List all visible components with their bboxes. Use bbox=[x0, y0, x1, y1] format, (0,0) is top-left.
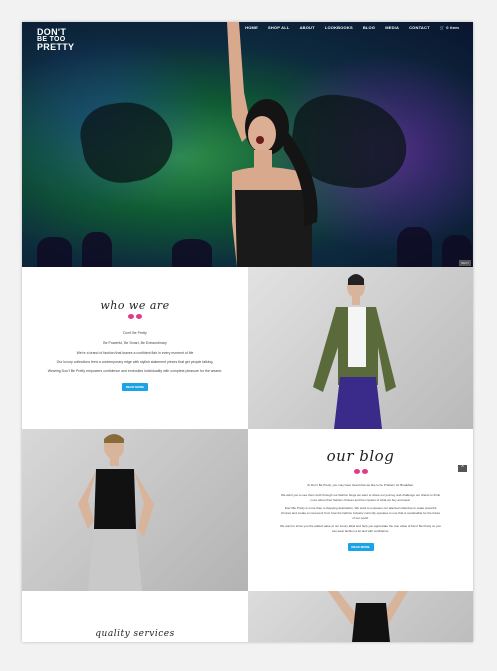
model-photo-jacket bbox=[248, 267, 473, 429]
blog-line: of our world. bbox=[352, 516, 369, 520]
page-frame: DON'T BE TOO PRETTY HOME SHOP ALL ABOUT … bbox=[22, 22, 473, 642]
audience-silhouette bbox=[82, 232, 112, 267]
scroll-to-top-button[interactable]: ^ bbox=[458, 465, 467, 472]
cart-count: 0 item bbox=[446, 25, 459, 30]
blog-title: our blog bbox=[326, 447, 395, 465]
audience-silhouette bbox=[37, 237, 72, 267]
hero-performer-image bbox=[227, 22, 318, 267]
about-section: who we are Don't Be Pretty Be Powerful, … bbox=[22, 267, 248, 429]
bow-icon bbox=[128, 314, 142, 319]
bow-icon bbox=[353, 469, 368, 474]
blog-section: our blog At Don't Be Pretty, you may hav… bbox=[248, 429, 473, 591]
audience-silhouette bbox=[397, 227, 432, 267]
hero-banner: DON'T BE TOO PRETTY HOME SHOP ALL ABOUT … bbox=[22, 22, 473, 267]
blog-line: can wear fashion a lot and with confiden… bbox=[331, 529, 390, 533]
model-jacket-image bbox=[313, 274, 396, 429]
model-arms-up-image bbox=[328, 591, 408, 642]
blog-line: more about their fashion choices and the… bbox=[310, 498, 411, 502]
about-read-more-button[interactable]: READ MORE bbox=[122, 383, 148, 391]
about-title: who we are bbox=[100, 299, 170, 312]
about-line: Don't Be Pretty bbox=[123, 331, 147, 335]
nav-blog[interactable]: BLOG bbox=[363, 25, 375, 30]
model-photo-arms-up bbox=[248, 591, 473, 642]
blog-line: At Don't Be Pretty, you may have heard t… bbox=[307, 483, 414, 487]
logo-line-3: PRETTY bbox=[37, 42, 75, 52]
hero-next-tag[interactable]: NEXT bbox=[458, 260, 471, 266]
about-line: Wearing Don't Be Pretty empowers confide… bbox=[47, 369, 223, 373]
blog-read-more-button[interactable]: READ MORE bbox=[347, 543, 374, 551]
audience-silhouette bbox=[172, 239, 212, 267]
services-title: quality services bbox=[95, 629, 175, 639]
site-logo[interactable]: DON'T BE TOO PRETTY bbox=[37, 28, 75, 52]
services-section: quality services bbox=[22, 591, 248, 642]
about-line: We're a brand of fashion that leaves a c… bbox=[76, 351, 194, 355]
about-line: Our luxury collections feed a contempora… bbox=[56, 360, 214, 364]
model-black-top-image bbox=[78, 434, 154, 591]
cart-icon: 🛒 bbox=[439, 25, 445, 30]
about-line: Be Powerful, Be Smart, Be Extraordinary bbox=[103, 341, 167, 345]
model-photo-black-top bbox=[22, 429, 248, 591]
nav-contact[interactable]: CONTACT bbox=[409, 25, 430, 30]
nav-cart[interactable]: 🛒 0 item bbox=[440, 25, 459, 30]
nav-media[interactable]: MEDIA bbox=[385, 25, 399, 30]
